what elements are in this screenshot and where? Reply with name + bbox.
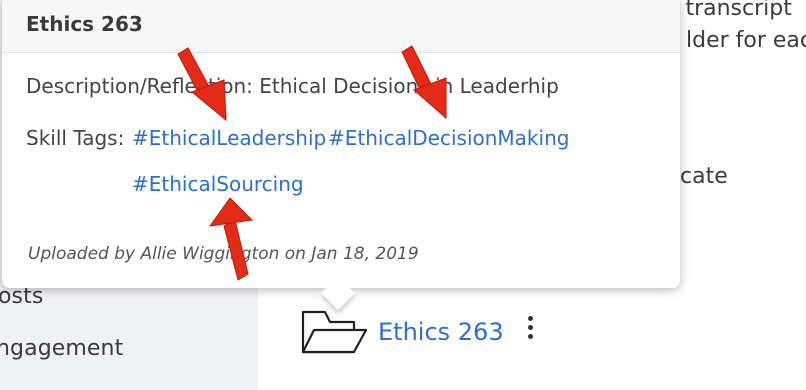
page: osts ngagement s, transcript lder for ea… [0,0,806,390]
sidebar-item-engagement[interactable]: ngagement [0,336,123,361]
upload-info: Uploaded by Allie Wiggington on Jan 18, … [28,244,419,264]
kebab-menu-icon[interactable] [522,316,538,344]
skill-tags-label: Skill Tags: [26,126,125,150]
background-text-line-2: lder for eac [686,28,806,53]
popover-pointer-mask [310,270,366,288]
file-name-link[interactable]: Ethics 263 [378,318,504,346]
skill-tag-ethical-decision-making[interactable]: #EthicalDecisionMaking [328,126,569,150]
popover-title: Ethics 263 [26,12,143,36]
popover-header: Ethics 263 [2,0,680,53]
file-info-popover: Ethics 263 Description/Reflection: Ethic… [2,0,680,288]
skill-tag-ethical-leadership[interactable]: #EthicalLeadership [132,126,326,150]
folder-icon[interactable] [300,306,368,358]
background-text-line-3: cate [680,164,728,189]
skill-tag-ethical-sourcing[interactable]: #EthicalSourcing [132,172,304,196]
popover-description: Description/Reflection: Ethical Decision… [26,74,559,98]
